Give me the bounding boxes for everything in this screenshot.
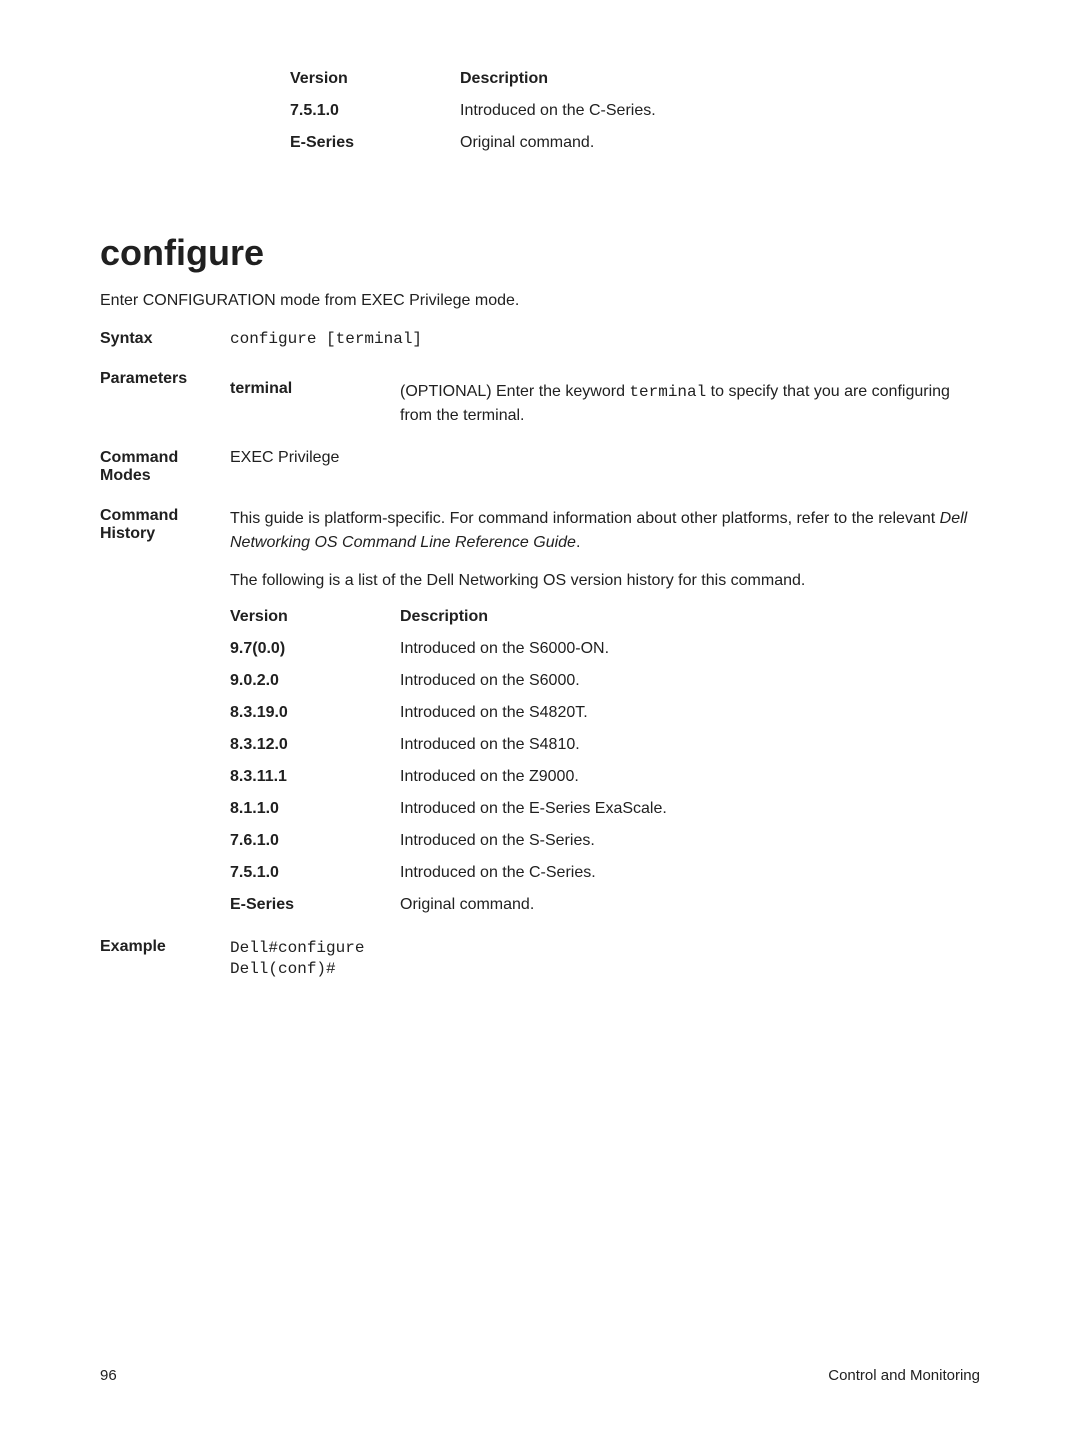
table-row: E-Series Original command. — [290, 134, 980, 152]
parameters-label: Parameters — [100, 370, 230, 427]
table-row: 8.1.1.0 Introduced on the E-Series ExaSc… — [230, 800, 980, 818]
version-cell: 8.3.11.1 — [230, 768, 400, 786]
parameter-description: (OPTIONAL) Enter the keyword terminal to… — [400, 380, 980, 427]
table-row: 9.7(0.0) Introduced on the S6000-ON. — [230, 640, 980, 658]
version-cell: 7.5.1.0 — [290, 102, 460, 120]
description-cell: Introduced on the S-Series. — [400, 832, 595, 850]
version-cell: 7.5.1.0 — [230, 864, 400, 882]
table-row: 8.3.19.0 Introduced on the S4820T. — [230, 704, 980, 722]
version-cell: 9.0.2.0 — [230, 672, 400, 690]
table-row: 8.3.12.0 Introduced on the S4810. — [230, 736, 980, 754]
param-desc-code: terminal — [629, 383, 706, 401]
table-header-description: Description — [460, 70, 548, 88]
page-footer: 96 Control and Monitoring — [100, 1367, 980, 1384]
history-para-pre: This guide is platform-specific. For com… — [230, 510, 940, 527]
example-row: Example Dell#configure Dell(conf)# — [100, 938, 980, 981]
history-intro: The following is a list of the Dell Netw… — [230, 572, 980, 590]
description-cell: Introduced on the Z9000. — [400, 768, 579, 786]
syntax-label: Syntax — [100, 330, 230, 348]
description-cell: Introduced on the E-Series ExaScale. — [400, 800, 667, 818]
version-cell: 8.1.1.0 — [230, 800, 400, 818]
table-row: 7.6.1.0 Introduced on the S-Series. — [230, 832, 980, 850]
command-history-paragraph: This guide is platform-specific. For com… — [230, 507, 980, 553]
command-history-row: Command History This guide is platform-s… — [100, 507, 980, 927]
parameters-row: Parameters terminal (OPTIONAL) Enter the… — [100, 370, 980, 427]
section-title: configure — [100, 232, 980, 274]
version-cell: E-Series — [290, 134, 460, 152]
command-modes-row: Command Modes EXEC Privilege — [100, 449, 980, 485]
history-table: Version Description 9.7(0.0) Introduced … — [230, 608, 980, 914]
section-intro: Enter CONFIGURATION mode from EXEC Privi… — [100, 292, 980, 310]
description-cell: Introduced on the S6000-ON. — [400, 640, 609, 658]
history-para-post: . — [576, 534, 580, 551]
table-row: 7.5.1.0 Introduced on the C-Series. — [230, 864, 980, 882]
description-cell: Introduced on the S4820T. — [400, 704, 588, 722]
command-modes-label: Command Modes — [100, 449, 230, 485]
version-cell: E-Series — [230, 896, 400, 914]
table-row: 7.5.1.0 Introduced on the C-Series. — [290, 102, 980, 120]
description-cell: Original command. — [400, 896, 534, 914]
description-cell: Original command. — [460, 134, 594, 152]
syntax-value: configure [terminal] — [230, 330, 980, 348]
table-header-version: Version — [230, 608, 400, 626]
param-desc-pre: (OPTIONAL) Enter the keyword — [400, 383, 629, 400]
parameter-name: terminal — [230, 380, 400, 427]
example-code: Dell#configure Dell(conf)# — [230, 938, 980, 981]
table-header-version: Version — [290, 70, 460, 88]
example-label: Example — [100, 938, 230, 981]
description-cell: Introduced on the C-Series. — [460, 102, 656, 120]
version-cell: 9.7(0.0) — [230, 640, 400, 658]
prior-version-table: Version Description 7.5.1.0 Introduced o… — [290, 70, 980, 152]
footer-section: Control and Monitoring — [828, 1367, 980, 1384]
table-header-description: Description — [400, 608, 488, 626]
command-modes-value: EXEC Privilege — [230, 449, 980, 485]
description-cell: Introduced on the S6000. — [400, 672, 580, 690]
description-cell: Introduced on the S4810. — [400, 736, 580, 754]
version-cell: 7.6.1.0 — [230, 832, 400, 850]
syntax-row: Syntax configure [terminal] — [100, 330, 980, 348]
page-number: 96 — [100, 1367, 117, 1384]
command-history-label: Command History — [100, 507, 230, 927]
table-row: 8.3.11.1 Introduced on the Z9000. — [230, 768, 980, 786]
table-row: 9.0.2.0 Introduced on the S6000. — [230, 672, 980, 690]
description-cell: Introduced on the C-Series. — [400, 864, 596, 882]
version-cell: 8.3.19.0 — [230, 704, 400, 722]
version-cell: 8.3.12.0 — [230, 736, 400, 754]
table-row: E-Series Original command. — [230, 896, 980, 914]
